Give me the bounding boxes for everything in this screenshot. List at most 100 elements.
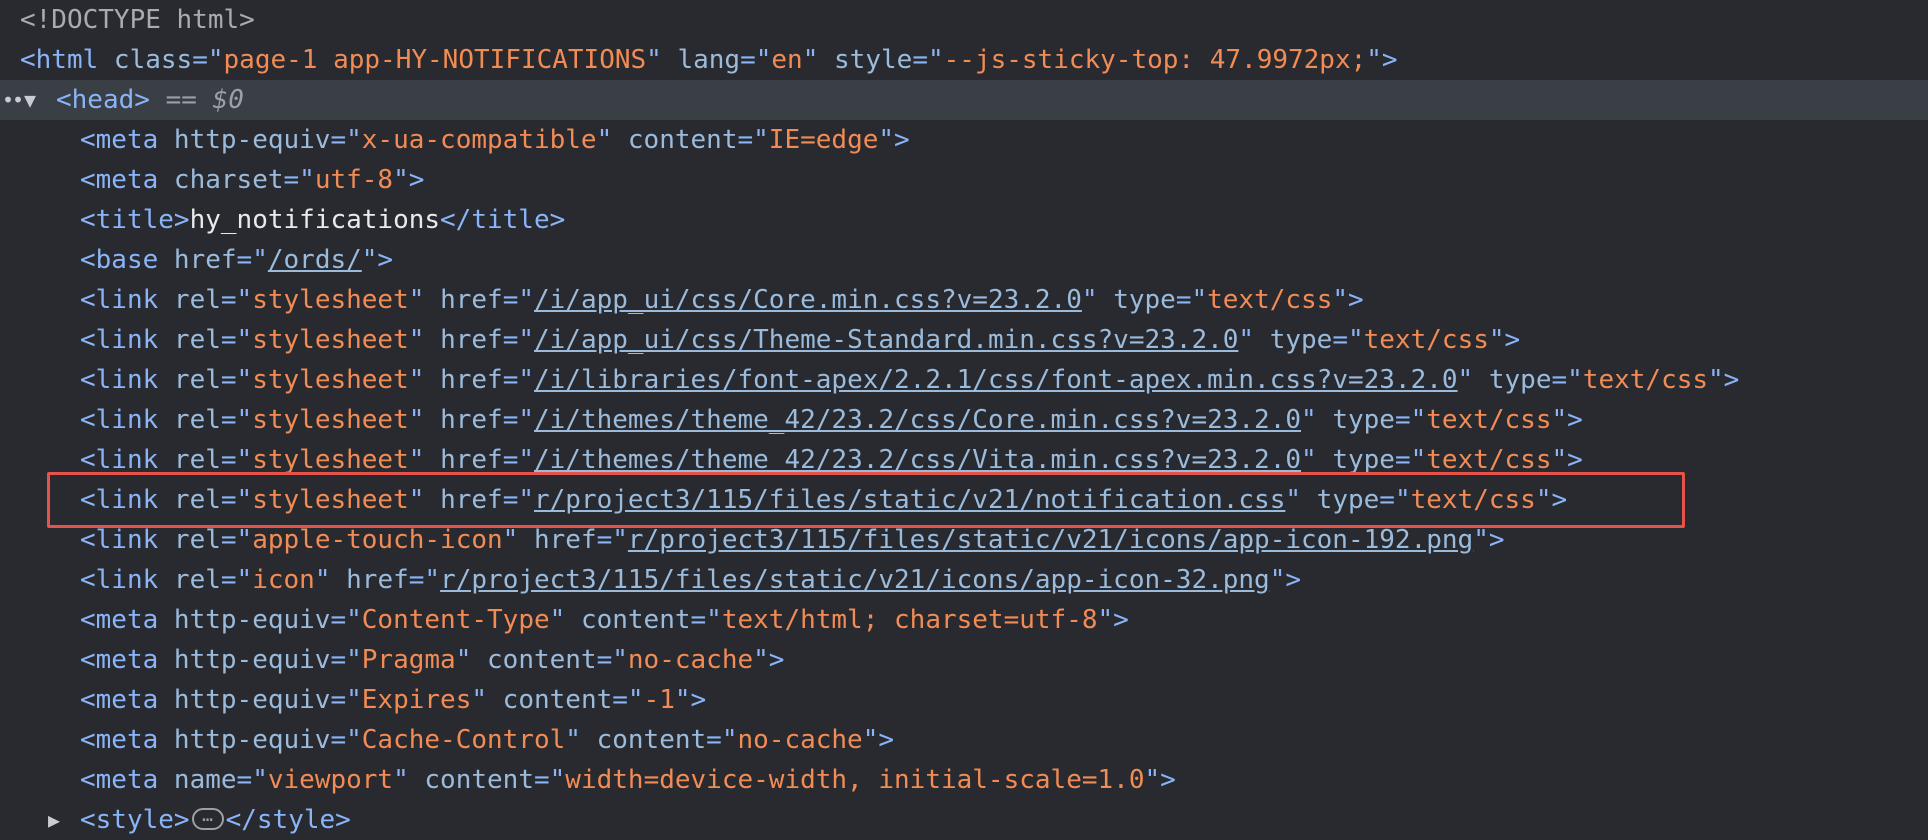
attribute-name[interactable]: href — [174, 245, 237, 275]
dom-node-row[interactable]: <meta http-equiv="Pragma" content="no-ca… — [0, 640, 1928, 680]
node-actions-dots-icon[interactable]: •• — [2, 80, 24, 120]
attribute-value[interactable]: page-1 app-HY-NOTIFICATIONS — [224, 45, 647, 75]
dom-node-row[interactable]: <meta charset="utf-8"> — [0, 160, 1928, 200]
dom-node-row[interactable]: <link rel="stylesheet" href="/i/themes/t… — [0, 400, 1928, 440]
attribute-value[interactable]: apple-touch-icon — [252, 525, 502, 555]
attribute-name[interactable]: http-equiv — [174, 605, 331, 635]
href-link[interactable]: r/project3/115/files/static/v21/icons/ap… — [628, 525, 1473, 555]
dom-node-row[interactable]: <link rel="stylesheet" href="/i/librarie… — [0, 360, 1928, 400]
attribute-name[interactable]: href — [440, 325, 503, 355]
attribute-value[interactable]: -1 — [644, 685, 675, 715]
attribute-name[interactable]: http-equiv — [174, 125, 331, 155]
attribute-value[interactable]: width=device-width, initial-scale=1.0 — [565, 765, 1144, 795]
collapsed-content-ellipsis-icon[interactable]: … — [191, 806, 224, 830]
attribute-name[interactable]: charset — [174, 165, 284, 195]
attribute-value[interactable]: text/css — [1583, 365, 1708, 395]
attribute-value[interactable]: Expires — [362, 685, 472, 715]
attribute-name[interactable]: content — [581, 605, 691, 635]
attribute-value[interactable]: text/css — [1411, 485, 1536, 515]
dom-node-row[interactable]: <link rel="stylesheet" href="/i/app_ui/c… — [0, 320, 1928, 360]
dom-node-row[interactable]: <!DOCTYPE html> — [0, 0, 1928, 40]
href-link[interactable]: /i/app_ui/css/Core.min.css?v=23.2.0 — [534, 285, 1082, 315]
attribute-name[interactable]: href — [440, 405, 503, 435]
attribute-value[interactable]: text/css — [1207, 285, 1332, 315]
attribute-value[interactable]: stylesheet — [252, 405, 409, 435]
href-link[interactable]: /i/app_ui/css/Theme-Standard.min.css?v=2… — [534, 325, 1238, 355]
attribute-name[interactable]: content — [424, 765, 534, 795]
attribute-value[interactable]: Pragma — [362, 645, 456, 675]
attribute-name[interactable]: http-equiv — [174, 685, 331, 715]
dom-node-row[interactable]: <link rel="stylesheet" href="/i/app_ui/c… — [0, 280, 1928, 320]
attribute-value[interactable]: Content-Type — [362, 605, 550, 635]
href-link[interactable]: /i/themes/theme_42/23.2/css/Core.min.css… — [534, 405, 1301, 435]
attribute-name[interactable]: href — [440, 285, 503, 315]
attribute-name[interactable]: type — [1332, 445, 1395, 475]
href-link[interactable]: r/project3/115/files/static/v21/icons/ap… — [440, 565, 1270, 595]
attribute-name[interactable]: content — [503, 685, 613, 715]
attribute-value[interactable]: --js-sticky-top: 47.9972px; — [944, 45, 1367, 75]
attribute-value[interactable]: no-cache — [628, 645, 753, 675]
attribute-name[interactable]: href — [440, 445, 503, 475]
attribute-name[interactable]: rel — [174, 565, 221, 595]
expand-caret-right-icon[interactable]: ▶ — [48, 800, 60, 840]
attribute-name[interactable]: rel — [174, 285, 221, 315]
attribute-value[interactable]: text/css — [1364, 325, 1489, 355]
dom-node-row[interactable]: <link rel="icon" href="r/project3/115/fi… — [0, 560, 1928, 600]
attribute-name[interactable]: style — [834, 45, 912, 75]
attribute-value[interactable]: text/css — [1426, 405, 1551, 435]
href-link[interactable]: /i/themes/theme_42/23.2/css/Vita.min.css… — [534, 445, 1301, 475]
dom-node-row[interactable]: <base href="/ords/"> — [0, 240, 1928, 280]
attribute-value[interactable]: viewport — [268, 765, 393, 795]
attribute-name[interactable]: rel — [174, 445, 221, 475]
attribute-value[interactable]: stylesheet — [252, 445, 409, 475]
attribute-name[interactable]: class — [114, 45, 192, 75]
attribute-name[interactable]: href — [346, 565, 409, 595]
attribute-value[interactable]: IE=edge — [769, 125, 879, 155]
dom-node-row[interactable]: <link rel="stylesheet" href="/i/themes/t… — [0, 440, 1928, 480]
attribute-value[interactable]: x-ua-compatible — [362, 125, 597, 155]
attribute-value[interactable]: no-cache — [737, 725, 862, 755]
attribute-value[interactable]: stylesheet — [252, 325, 409, 355]
attribute-value[interactable]: utf-8 — [315, 165, 393, 195]
attribute-name[interactable]: type — [1270, 325, 1333, 355]
attribute-name[interactable]: rel — [174, 325, 221, 355]
attribute-name[interactable]: lang — [677, 45, 740, 75]
attribute-name[interactable]: type — [1489, 365, 1552, 395]
attribute-name[interactable]: type — [1332, 405, 1395, 435]
href-link[interactable]: /ords/ — [268, 245, 362, 275]
dom-node-row[interactable]: <meta http-equiv="Cache-Control" content… — [0, 720, 1928, 760]
attribute-name[interactable]: rel — [174, 525, 221, 555]
dom-node-row[interactable]: <link rel="apple-touch-icon" href="r/pro… — [0, 520, 1928, 560]
attribute-name[interactable]: href — [440, 485, 503, 515]
attribute-name[interactable]: rel — [174, 365, 221, 395]
attribute-name[interactable]: content — [487, 645, 597, 675]
attribute-name[interactable]: type — [1317, 485, 1380, 515]
attribute-name[interactable]: name — [174, 765, 237, 795]
attribute-value[interactable]: text/css — [1426, 445, 1551, 475]
attribute-value[interactable]: stylesheet — [252, 285, 409, 315]
dom-node-row[interactable]: ▶ <style>… </style> — [0, 800, 1928, 840]
attribute-value[interactable]: text/html; charset=utf-8 — [722, 605, 1098, 635]
attribute-value[interactable]: Cache-Control — [362, 725, 566, 755]
href-link[interactable]: /i/libraries/font-apex/2.2.1/css/font-ap… — [534, 365, 1458, 395]
attribute-name[interactable]: type — [1113, 285, 1176, 315]
attribute-value[interactable]: en — [771, 45, 802, 75]
dom-node-row[interactable]: <title>hy_notifications</title> — [0, 200, 1928, 240]
dom-node-row[interactable]: <link rel="stylesheet" href="r/project3/… — [0, 480, 1928, 520]
href-link[interactable]: r/project3/115/files/static/v21/notifica… — [534, 485, 1285, 515]
attribute-name[interactable]: href — [534, 525, 597, 555]
dom-node-row[interactable]: <html class="page-1 app-HY-NOTIFICATIONS… — [0, 40, 1928, 80]
attribute-name[interactable]: http-equiv — [174, 725, 331, 755]
attribute-value[interactable]: stylesheet — [252, 365, 409, 395]
attribute-name[interactable]: http-equiv — [174, 645, 331, 675]
attribute-name[interactable]: content — [597, 725, 707, 755]
attribute-name[interactable]: rel — [174, 405, 221, 435]
attribute-value[interactable]: icon — [252, 565, 315, 595]
dom-node-row-selected[interactable]: •• ▼ <head> == $0 — [0, 80, 1928, 120]
dom-node-row[interactable]: <meta http-equiv="Expires" content="-1"> — [0, 680, 1928, 720]
attribute-name[interactable]: content — [628, 125, 738, 155]
attribute-name[interactable]: href — [440, 365, 503, 395]
dom-node-row[interactable]: <meta name="viewport" content="width=dev… — [0, 760, 1928, 800]
dom-node-row[interactable]: <meta http-equiv="Content-Type" content=… — [0, 600, 1928, 640]
dom-node-row[interactable]: <meta http-equiv="x-ua-compatible" conte… — [0, 120, 1928, 160]
